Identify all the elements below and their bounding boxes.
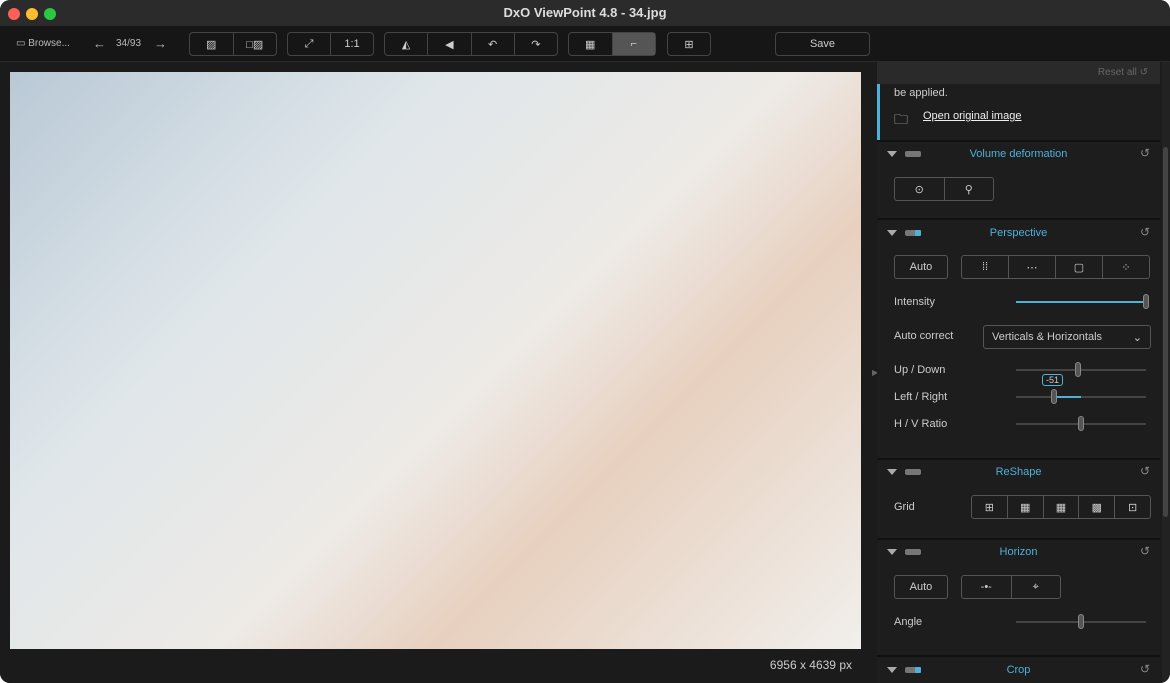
leftright-value-tooltip: -51 xyxy=(1042,374,1064,386)
window-title: DxO ViewPoint 4.8 - 34.jpg xyxy=(503,5,667,20)
zoom-button[interactable] xyxy=(44,8,56,20)
hv-ratio-slider[interactable] xyxy=(1016,416,1146,431)
image-viewer: 6956 x 4639 px xyxy=(0,62,870,683)
image-counter: 34/93 xyxy=(116,38,142,49)
eight-point-icon[interactable]: ⁘ xyxy=(1103,256,1149,278)
angle-slider[interactable] xyxy=(1016,614,1146,629)
angle-label: Angle xyxy=(894,616,923,628)
volume-cylindrical-icon[interactable]: ⊙ xyxy=(895,178,945,200)
zoom-100-button[interactable]: 1:1 xyxy=(331,33,373,55)
grid-label: Grid xyxy=(894,501,915,513)
rotate-left-icon[interactable]: ↶ xyxy=(472,33,515,55)
undo-icon[interactable]: ↺ xyxy=(1140,146,1150,160)
horizontal-lines-icon[interactable]: ⋯ xyxy=(1009,256,1056,278)
perspective-header[interactable]: Perspective ↺ xyxy=(877,222,1160,244)
autocorrect-dropdown[interactable]: Verticals & Horizontals ⌄ xyxy=(983,325,1151,349)
correction-panel: Reset all ↺ be applied. 🗀 Open original … xyxy=(877,62,1160,683)
reset-all-button[interactable]: Reset all ↺ xyxy=(1098,67,1148,78)
rectangle-icon[interactable]: ▢ xyxy=(1056,256,1103,278)
browse-button[interactable]: ▭ Browse... xyxy=(16,38,70,49)
updown-slider[interactable] xyxy=(1016,362,1146,377)
volume-spherical-icon[interactable]: ⚲ xyxy=(945,178,994,200)
leftright-slider[interactable] xyxy=(1016,389,1146,404)
grid-4x4-icon[interactable]: ▦ xyxy=(1044,496,1080,518)
volume-deformation-header[interactable]: Volume deformation ↺ xyxy=(877,143,1160,165)
folder-icon: ▭ xyxy=(16,38,29,49)
horizon-point-icon[interactable]: ⌖ xyxy=(1012,576,1061,598)
grid-dense-icon[interactable]: ▩ xyxy=(1079,496,1116,518)
vertical-lines-icon[interactable]: ⁞⁞ xyxy=(962,256,1009,278)
undo-icon[interactable]: ↺ xyxy=(1140,225,1150,239)
photo-preview[interactable] xyxy=(10,72,861,649)
updown-label: Up / Down xyxy=(894,364,946,376)
panel-scrollbar[interactable] xyxy=(1162,62,1170,683)
image-dimensions: 6956 x 4639 px xyxy=(769,658,852,672)
flip-vertical-icon[interactable]: ◀ xyxy=(428,33,472,55)
folder-open-icon: 🗀 xyxy=(894,111,908,127)
notice-text: be applied. xyxy=(894,87,948,99)
intensity-slider[interactable] xyxy=(1016,294,1149,309)
flip-horizontal-icon[interactable]: ◭ xyxy=(385,33,429,55)
save-button[interactable]: Save xyxy=(776,33,869,55)
split-view-icon[interactable]: □▨ xyxy=(234,33,277,55)
minimize-button[interactable] xyxy=(26,8,38,20)
autocorrect-label: Auto correct xyxy=(894,330,954,342)
next-image-button[interactable]: → xyxy=(154,36,167,51)
grid-2x2-icon[interactable]: ⊞ xyxy=(972,496,1008,518)
undo-icon[interactable]: ↺ xyxy=(1140,544,1150,558)
undo-icon[interactable]: ↺ xyxy=(1140,464,1150,478)
undo-icon[interactable]: ↺ xyxy=(1140,662,1150,676)
rotate-right-icon[interactable]: ↷ xyxy=(515,33,557,55)
hv-ratio-label: H / V Ratio xyxy=(894,418,948,430)
open-original-link[interactable]: Open original image xyxy=(923,110,1021,122)
perspective-auto-button[interactable]: Auto xyxy=(895,256,947,278)
intensity-label: Intensity xyxy=(894,296,935,308)
prev-image-button[interactable]: ← xyxy=(93,36,106,51)
reshape-header[interactable]: ReShape ↺ xyxy=(877,461,1160,483)
horizon-line-icon[interactable]: -•- xyxy=(962,576,1012,598)
chevron-down-icon: ⌄ xyxy=(1132,331,1142,344)
horizon-auto-button[interactable]: Auto xyxy=(895,576,947,598)
leftright-label: Left / Right xyxy=(894,391,948,403)
horizon-header[interactable]: Horizon ↺ xyxy=(877,541,1160,563)
title-bar: DxO ViewPoint 4.8 - 34.jpg xyxy=(0,0,1170,26)
grid-icon[interactable]: ▦ xyxy=(569,33,613,55)
grid-custom-icon[interactable]: ⊡ xyxy=(1115,496,1150,518)
fit-screen-icon[interactable]: ⤢ xyxy=(288,33,331,55)
grid-3x3-icon[interactable]: ▦ xyxy=(1008,496,1044,518)
toolbar: ▭ Browse... ← 34/93 → ▨ □▨ ⤢ 1:1 ◭ ◀ ↶ ↷ ▦ ⌐ ⊞… xyxy=(0,26,1170,62)
guides-settings-icon[interactable]: ⊞ xyxy=(668,33,710,55)
ruler-icon[interactable]: ⌐ xyxy=(612,33,655,55)
app-window: DxO ViewPoint 4.8 - 34.jpg ▭ Browse... ←… xyxy=(0,0,1170,683)
compare-icon[interactable]: ▨ xyxy=(190,33,234,55)
close-button[interactable] xyxy=(8,8,20,20)
crop-header[interactable]: Crop ↺ xyxy=(877,659,1160,681)
